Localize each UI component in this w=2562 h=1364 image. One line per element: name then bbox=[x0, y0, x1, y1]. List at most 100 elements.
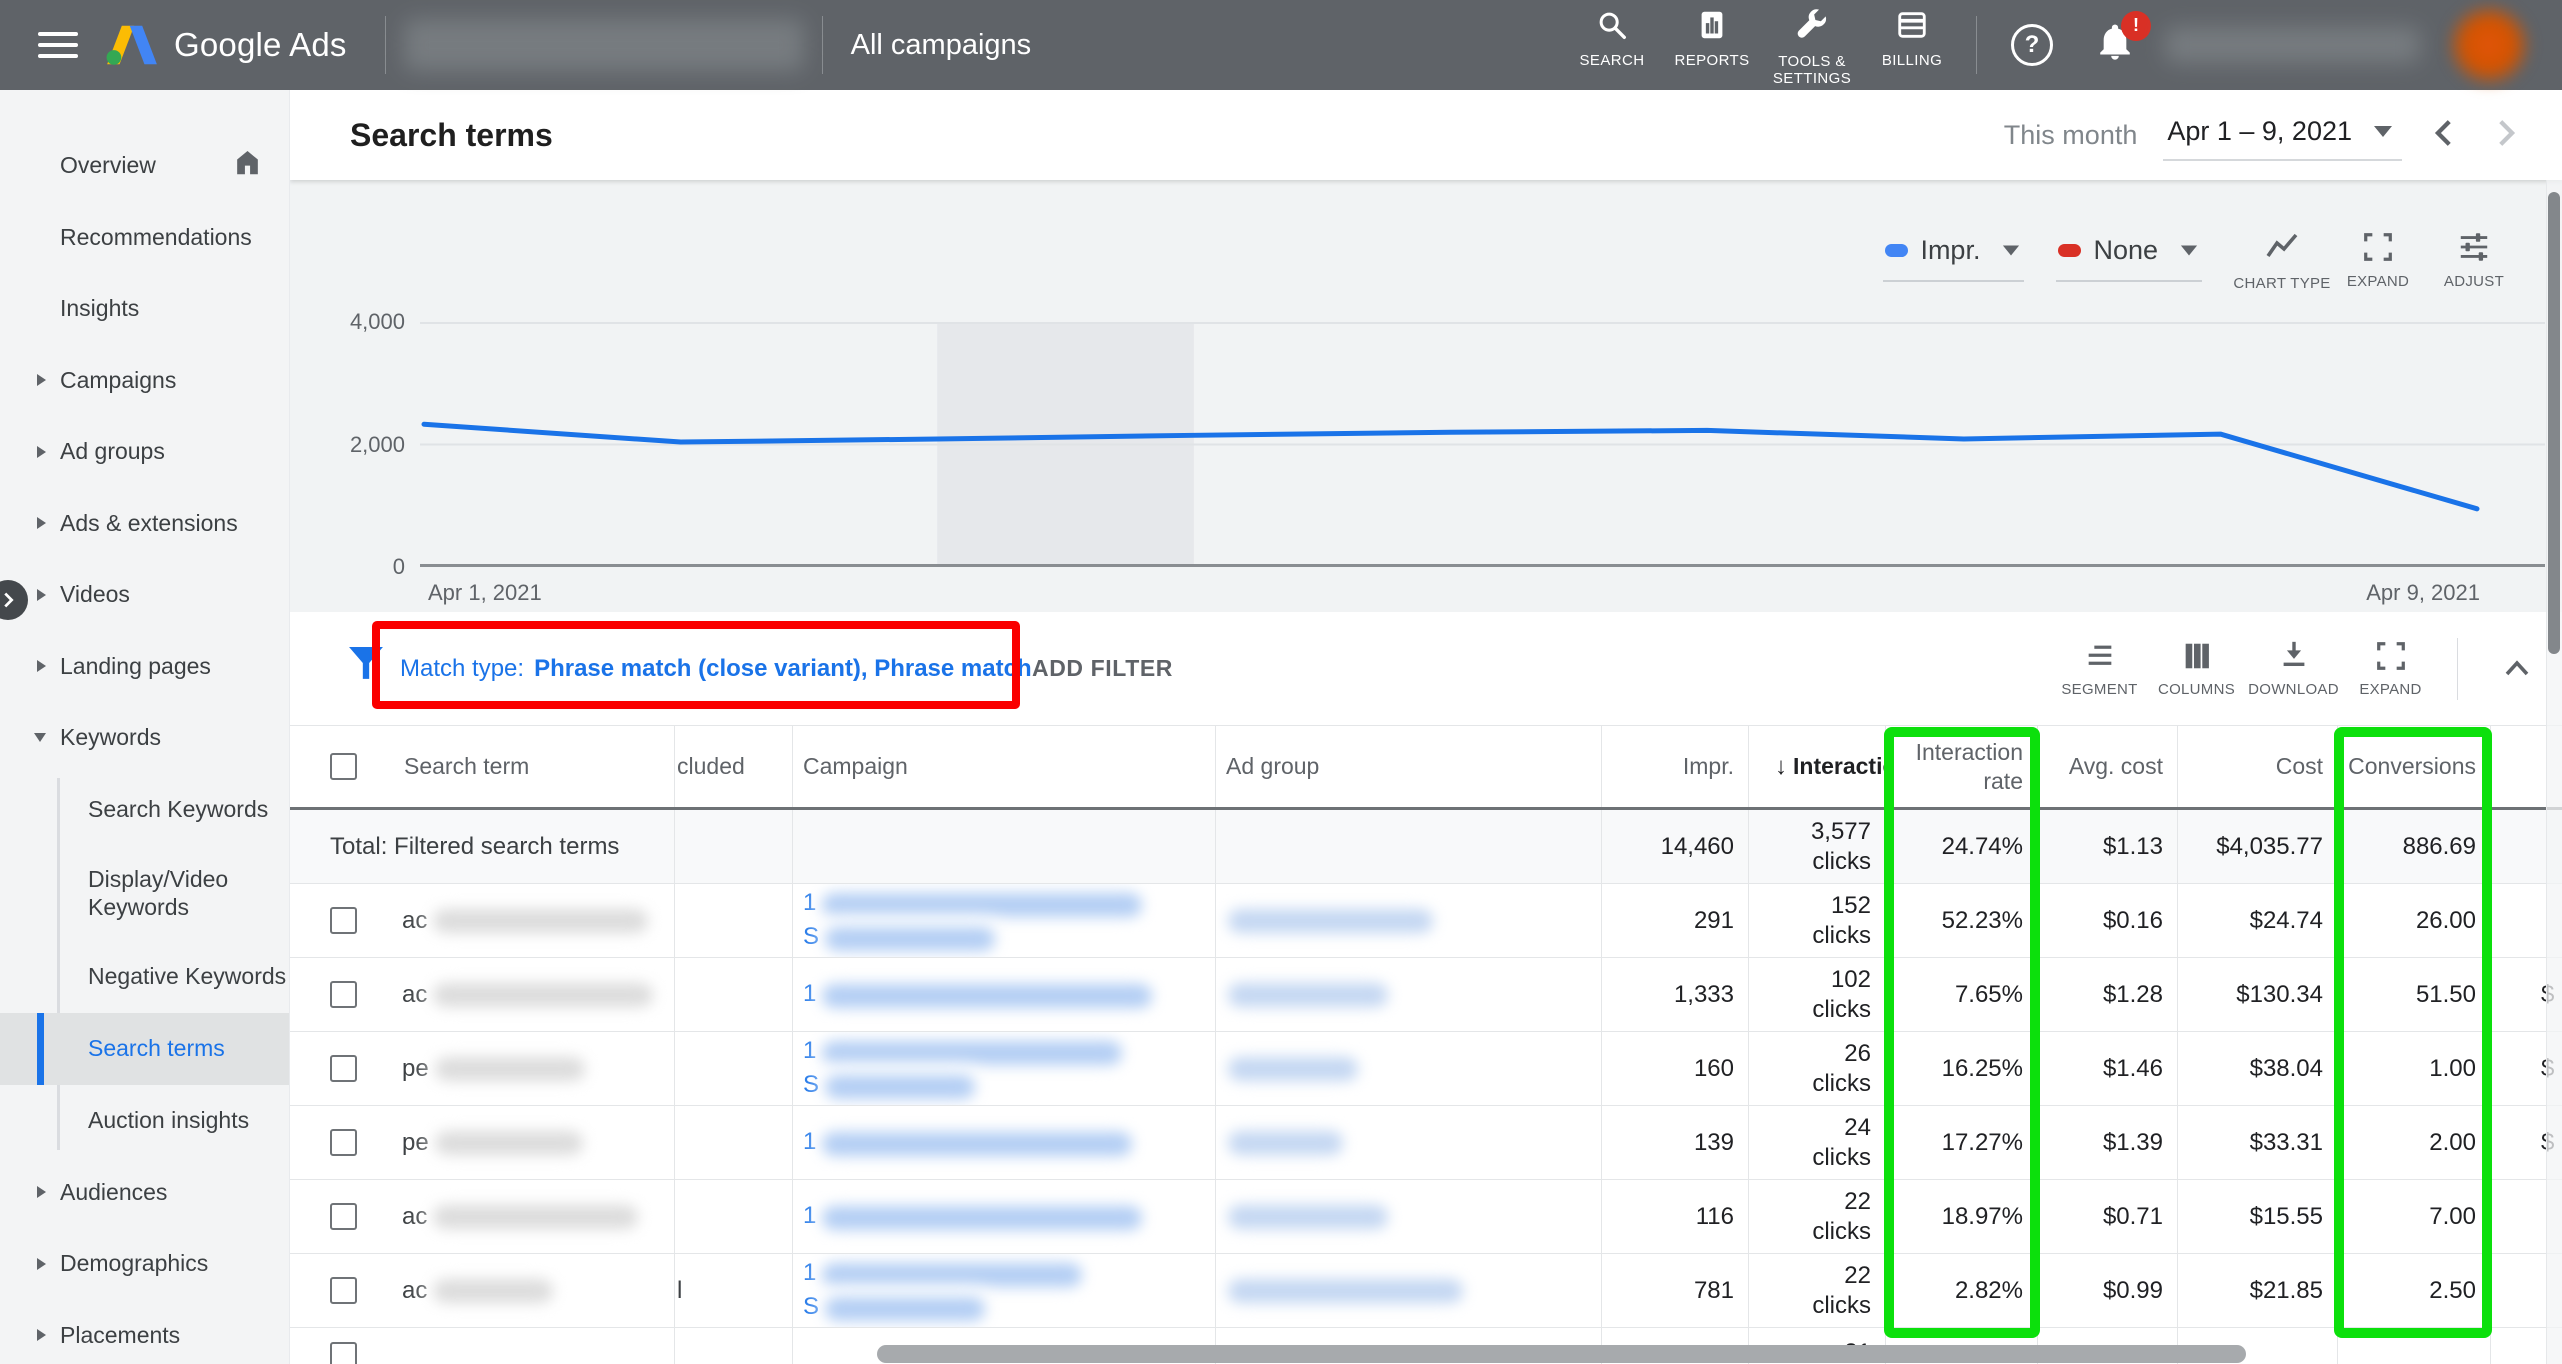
cost-cell: $15.55 bbox=[2177, 1180, 2337, 1253]
menu-icon[interactable] bbox=[38, 32, 78, 58]
row-select-cell bbox=[290, 1180, 400, 1253]
secondary-metric-select[interactable]: None bbox=[2056, 235, 2202, 282]
campaign-link[interactable]: 1 bbox=[803, 1259, 816, 1286]
add-filter-button[interactable]: ADD FILTER bbox=[1032, 612, 1173, 725]
search-term-prefix: ac bbox=[402, 1203, 427, 1231]
sidebar-item-label: Landing pages bbox=[60, 653, 211, 680]
sidebar-item-demographics[interactable]: Demographics bbox=[0, 1228, 289, 1300]
campaign-link[interactable]: 1 bbox=[803, 1037, 816, 1064]
column-header-ad_group[interactable]: Ad group bbox=[1215, 726, 1601, 807]
sidebar-item-ad-groups[interactable]: Ad groups bbox=[0, 416, 289, 488]
primary-metric-select[interactable]: Impr. bbox=[1883, 235, 2024, 282]
topbar-divider bbox=[822, 16, 823, 74]
sidebar-item-auction-insights[interactable]: Auction insights bbox=[0, 1085, 289, 1157]
campaign-link[interactable]: S bbox=[803, 923, 819, 950]
interactions-value: 22 bbox=[1749, 1261, 1871, 1291]
interaction-rate-cell: 52.23% bbox=[1885, 884, 2037, 957]
column-header-avg_cost[interactable]: Avg. cost bbox=[2037, 726, 2177, 807]
campaign-link[interactable]: 1 bbox=[803, 889, 816, 916]
segment-button[interactable]: SEGMENT bbox=[2051, 639, 2148, 698]
sidebar-item-negative-keywords[interactable]: Negative Keywords bbox=[0, 941, 289, 1013]
column-header-conversions[interactable]: Conversions bbox=[2337, 726, 2490, 807]
redacted-text-blur bbox=[433, 1205, 638, 1229]
expand-table-button[interactable]: EXPAND bbox=[2342, 639, 2439, 698]
nav-billing-button[interactable]: BILLING bbox=[1862, 4, 1962, 69]
columns-button[interactable]: COLUMNS bbox=[2148, 639, 2245, 698]
interactions-unit: clicks bbox=[1749, 921, 1871, 951]
chevron-down-icon bbox=[2374, 126, 2392, 137]
horizontal-scrollbar-thumb[interactable] bbox=[877, 1345, 2246, 1363]
column-header-label: Conversions bbox=[2348, 753, 2476, 780]
column-header-rate[interactable]: Interactionrate bbox=[1885, 726, 2037, 807]
campaign-link[interactable]: S bbox=[803, 1071, 819, 1098]
context-title[interactable]: All campaigns bbox=[851, 29, 1032, 62]
nav-reports-button[interactable]: REPORTS bbox=[1662, 4, 1762, 69]
conversions-cell: 2.50 bbox=[2337, 1254, 2490, 1327]
interactions-unit: clicks bbox=[1749, 1217, 1871, 1247]
adjust-button[interactable]: ADJUST bbox=[2426, 230, 2522, 292]
sidebar-item-ads-extensions[interactable]: Ads & extensions bbox=[0, 488, 289, 560]
previous-period-button[interactable] bbox=[2428, 116, 2462, 155]
sidebar-item-videos[interactable]: Videos bbox=[0, 559, 289, 631]
expand-button[interactable]: EXPAND bbox=[2330, 230, 2426, 292]
avg-cost-cell: $1.46 bbox=[2037, 1032, 2177, 1105]
segment-icon bbox=[2083, 639, 2117, 678]
row-checkbox[interactable] bbox=[330, 1129, 357, 1156]
column-header-interactions[interactable]: ↓Interactions bbox=[1748, 726, 1885, 807]
sidebar-item-campaigns[interactable]: Campaigns bbox=[0, 345, 289, 417]
campaign-link[interactable]: S bbox=[803, 1293, 819, 1320]
next-period-button-disabled[interactable] bbox=[2488, 116, 2522, 155]
filter-value: Phrase match (close variant), Phrase mat… bbox=[534, 655, 1032, 683]
search-terms-table-panel: Match type: Phrase match (close variant)… bbox=[290, 612, 2562, 1364]
sidebar-list: OverviewRecommendationsInsightsCampaigns… bbox=[0, 90, 289, 1364]
column-header-term[interactable]: Search term bbox=[400, 726, 674, 807]
impressions-line-chart[interactable] bbox=[420, 322, 2545, 567]
campaign-link[interactable]: 1 bbox=[803, 980, 816, 1007]
row-checkbox[interactable] bbox=[330, 981, 357, 1008]
sidebar-item-overview[interactable]: Overview bbox=[0, 130, 289, 202]
sidebar-item-search-keywords[interactable]: Search Keywords bbox=[0, 774, 289, 846]
row-checkbox[interactable] bbox=[330, 1055, 357, 1082]
sidebar-item-search-terms[interactable]: Search terms bbox=[0, 1013, 289, 1085]
download-button[interactable]: DOWNLOAD bbox=[2245, 639, 2342, 698]
sidebar-item-placements[interactable]: Placements bbox=[0, 1300, 289, 1364]
sidebar-item-insights[interactable]: Insights bbox=[0, 273, 289, 345]
column-header-included[interactable]: cluded bbox=[674, 726, 792, 807]
date-range-picker[interactable]: Apr 1 – 9, 2021 bbox=[2163, 110, 2402, 161]
column-header-impr[interactable]: Impr. bbox=[1601, 726, 1748, 807]
sidebar-item-display-video-keywords[interactable]: Display/Video Keywords bbox=[0, 846, 289, 941]
row-checkbox[interactable] bbox=[330, 1342, 357, 1364]
google-ads-logo-icon[interactable]: Google Ads bbox=[106, 24, 347, 66]
nav-tools-button[interactable]: TOOLS & SETTINGS bbox=[1762, 4, 1862, 87]
sidebar-item-landing-pages[interactable]: Landing pages bbox=[0, 631, 289, 703]
column-header-campaign[interactable]: Campaign bbox=[792, 726, 1215, 807]
row-checkbox[interactable] bbox=[330, 1277, 357, 1304]
avatar[interactable] bbox=[2446, 2, 2532, 88]
campaign-link[interactable]: 1 bbox=[803, 1128, 816, 1155]
chevron-right-icon bbox=[37, 660, 46, 672]
column-header-cost[interactable]: Cost bbox=[2177, 726, 2337, 807]
button-label: COLUMNS bbox=[2158, 681, 2235, 698]
secondary-metric-dot bbox=[2058, 244, 2081, 257]
sidebar-item-label: Demographics bbox=[60, 1250, 208, 1277]
row-checkbox[interactable] bbox=[330, 1203, 357, 1230]
sidebar-item-recommendations[interactable]: Recommendations bbox=[0, 202, 289, 274]
select-all-checkbox[interactable] bbox=[330, 753, 357, 780]
date-range-block: This month Apr 1 – 9, 2021 bbox=[2004, 110, 2522, 161]
vertical-scrollbar-thumb[interactable] bbox=[2548, 192, 2560, 654]
campaign-link[interactable]: 1 bbox=[803, 1202, 816, 1229]
chart-type-button[interactable]: CHART TYPE bbox=[2234, 230, 2330, 292]
row-checkbox[interactable] bbox=[330, 907, 357, 934]
conversions-cell: 26.00 bbox=[2337, 884, 2490, 957]
y-tick-label: 4,000 bbox=[315, 309, 405, 335]
search-term-cell: ac bbox=[400, 1254, 674, 1327]
sidebar-item-keywords[interactable]: Keywords bbox=[0, 702, 289, 774]
help-icon[interactable]: ? bbox=[2011, 24, 2053, 66]
row-select-cell bbox=[290, 1032, 400, 1105]
match-type-filter-chip[interactable]: Match type: Phrase match (close variant)… bbox=[400, 612, 1032, 725]
notifications-bell-icon[interactable]: ! bbox=[2095, 23, 2135, 68]
sidebar-item-audiences[interactable]: Audiences bbox=[0, 1157, 289, 1229]
nav-search-button[interactable]: SEARCH bbox=[1562, 4, 1662, 69]
added-excluded-cell: l bbox=[674, 1254, 792, 1327]
sidebar: OverviewRecommendationsInsightsCampaigns… bbox=[0, 90, 290, 1364]
